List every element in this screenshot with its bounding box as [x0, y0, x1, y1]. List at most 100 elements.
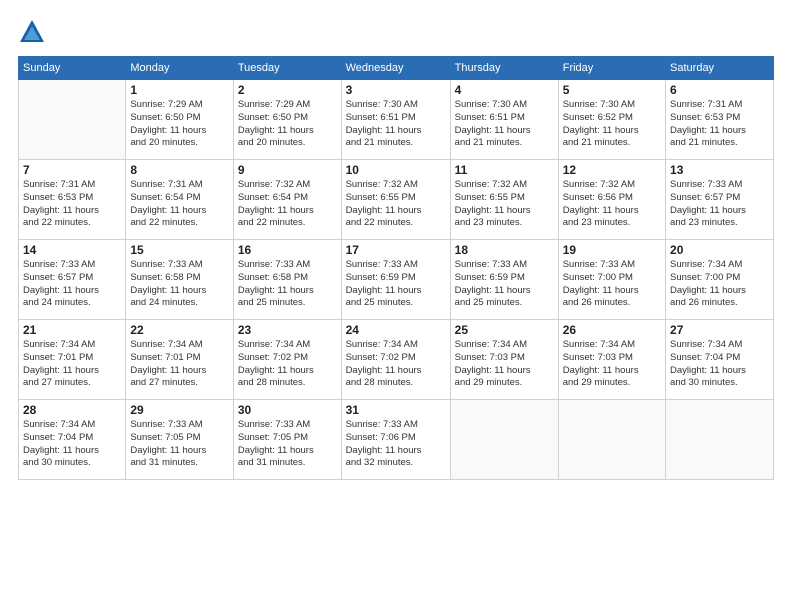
calendar-cell: 13 Sunrise: 7:33 AMSunset: 6:57 PMDayligh… — [666, 160, 774, 240]
day-number: 13 — [670, 163, 769, 177]
day-number: 7 — [23, 163, 121, 177]
day-info: Sunrise: 7:33 AMSunset: 7:05 PMDaylight:… — [238, 419, 337, 470]
day-info: Sunrise: 7:33 AMSunset: 7:05 PMDaylight:… — [130, 419, 229, 470]
day-info: Sunrise: 7:33 AMSunset: 7:06 PMDaylight:… — [346, 419, 446, 470]
day-number: 23 — [238, 323, 337, 337]
day-number: 15 — [130, 243, 229, 257]
day-info: Sunrise: 7:34 AMSunset: 7:03 PMDaylight:… — [563, 339, 661, 390]
calendar-week-row: 1 Sunrise: 7:29 AMSunset: 6:50 PMDaylight… — [19, 80, 774, 160]
day-info: Sunrise: 7:34 AMSunset: 7:01 PMDaylight:… — [130, 339, 229, 390]
day-info: Sunrise: 7:30 AMSunset: 6:51 PMDaylight:… — [455, 99, 554, 150]
day-number: 28 — [23, 403, 121, 417]
day-number: 21 — [23, 323, 121, 337]
day-info: Sunrise: 7:31 AMSunset: 6:54 PMDaylight:… — [130, 179, 229, 230]
calendar-cell: 3 Sunrise: 7:30 AMSunset: 6:51 PMDaylight… — [341, 80, 450, 160]
weekday-header: Friday — [558, 57, 665, 80]
calendar-cell — [19, 80, 126, 160]
calendar-cell: 8 Sunrise: 7:31 AMSunset: 6:54 PMDaylight… — [126, 160, 234, 240]
calendar-cell: 7 Sunrise: 7:31 AMSunset: 6:53 PMDaylight… — [19, 160, 126, 240]
day-info: Sunrise: 7:33 AMSunset: 6:58 PMDaylight:… — [130, 259, 229, 310]
day-number: 10 — [346, 163, 446, 177]
page: SundayMondayTuesdayWednesdayThursdayFrid… — [0, 0, 792, 612]
day-number: 14 — [23, 243, 121, 257]
day-info: Sunrise: 7:29 AMSunset: 6:50 PMDaylight:… — [130, 99, 229, 150]
calendar-week-row: 28Sunrise: 7:34 AMSunset: 7:04 PMDayligh… — [19, 400, 774, 480]
day-info: Sunrise: 7:32 AMSunset: 6:55 PMDaylight:… — [346, 179, 446, 230]
day-info: Sunrise: 7:32 AMSunset: 6:55 PMDaylight:… — [455, 179, 554, 230]
calendar-cell: 19 Sunrise: 7:33 AMSunset: 7:00 PMDayligh… — [558, 240, 665, 320]
day-number: 17 — [346, 243, 446, 257]
day-number: 4 — [455, 83, 554, 97]
day-number: 12 — [563, 163, 661, 177]
calendar: SundayMondayTuesdayWednesdayThursdayFrid… — [18, 56, 774, 480]
day-info: Sunrise: 7:33 AMSunset: 6:59 PMDaylight:… — [346, 259, 446, 310]
calendar-cell: 31 Sunrise: 7:33 AMSunset: 7:06 PMDayligh… — [341, 400, 450, 480]
day-info: Sunrise: 7:34 AMSunset: 7:03 PMDaylight:… — [455, 339, 554, 390]
calendar-cell: 15 Sunrise: 7:33 AMSunset: 6:58 PMDayligh… — [126, 240, 234, 320]
day-number: 26 — [563, 323, 661, 337]
day-number: 27 — [670, 323, 769, 337]
weekday-header: Wednesday — [341, 57, 450, 80]
day-number: 11 — [455, 163, 554, 177]
calendar-cell: 25 Sunrise: 7:34 AMSunset: 7:03 PMDayligh… — [450, 320, 558, 400]
weekday-header: Sunday — [19, 57, 126, 80]
day-number: 6 — [670, 83, 769, 97]
day-info: Sunrise: 7:33 AMSunset: 6:58 PMDaylight:… — [238, 259, 337, 310]
calendar-cell: 28Sunrise: 7:34 AMSunset: 7:04 PMDayligh… — [19, 400, 126, 480]
day-number: 18 — [455, 243, 554, 257]
calendar-cell: 12Sunrise: 7:32 AMSunset: 6:56 PMDayligh… — [558, 160, 665, 240]
weekday-header: Monday — [126, 57, 234, 80]
day-number: 8 — [130, 163, 229, 177]
calendar-cell: 21 Sunrise: 7:34 AMSunset: 7:01 PMDayligh… — [19, 320, 126, 400]
calendar-cell: 5 Sunrise: 7:30 AMSunset: 6:52 PMDaylight… — [558, 80, 665, 160]
calendar-cell: 26 Sunrise: 7:34 AMSunset: 7:03 PMDayligh… — [558, 320, 665, 400]
calendar-week-row: 7 Sunrise: 7:31 AMSunset: 6:53 PMDaylight… — [19, 160, 774, 240]
day-number: 29 — [130, 403, 229, 417]
calendar-cell: 4 Sunrise: 7:30 AMSunset: 6:51 PMDaylight… — [450, 80, 558, 160]
day-info: Sunrise: 7:32 AMSunset: 6:54 PMDaylight:… — [238, 179, 337, 230]
calendar-cell: 17 Sunrise: 7:33 AMSunset: 6:59 PMDayligh… — [341, 240, 450, 320]
day-number: 25 — [455, 323, 554, 337]
day-info: Sunrise: 7:30 AMSunset: 6:52 PMDaylight:… — [563, 99, 661, 150]
day-number: 16 — [238, 243, 337, 257]
day-number: 19 — [563, 243, 661, 257]
day-number: 22 — [130, 323, 229, 337]
calendar-cell: 1 Sunrise: 7:29 AMSunset: 6:50 PMDaylight… — [126, 80, 234, 160]
calendar-cell: 2 Sunrise: 7:29 AMSunset: 6:50 PMDaylight… — [233, 80, 341, 160]
day-info: Sunrise: 7:33 AMSunset: 7:00 PMDaylight:… — [563, 259, 661, 310]
day-info: Sunrise: 7:33 AMSunset: 6:57 PMDaylight:… — [670, 179, 769, 230]
calendar-cell: 6Sunrise: 7:31 AMSunset: 6:53 PMDaylight… — [666, 80, 774, 160]
calendar-cell: 23 Sunrise: 7:34 AMSunset: 7:02 PMDayligh… — [233, 320, 341, 400]
header — [18, 18, 774, 46]
day-number: 31 — [346, 403, 446, 417]
weekday-header: Tuesday — [233, 57, 341, 80]
weekday-header-row: SundayMondayTuesdayWednesdayThursdayFrid… — [19, 57, 774, 80]
calendar-cell: 14Sunrise: 7:33 AMSunset: 6:57 PMDayligh… — [19, 240, 126, 320]
calendar-cell: 16 Sunrise: 7:33 AMSunset: 6:58 PMDayligh… — [233, 240, 341, 320]
day-info: Sunrise: 7:34 AMSunset: 7:02 PMDaylight:… — [346, 339, 446, 390]
day-info: Sunrise: 7:34 AMSunset: 7:04 PMDaylight:… — [670, 339, 769, 390]
day-info: Sunrise: 7:34 AMSunset: 7:01 PMDaylight:… — [23, 339, 121, 390]
day-info: Sunrise: 7:31 AMSunset: 6:53 PMDaylight:… — [23, 179, 121, 230]
day-info: Sunrise: 7:30 AMSunset: 6:51 PMDaylight:… — [346, 99, 446, 150]
calendar-cell: 27 Sunrise: 7:34 AMSunset: 7:04 PMDayligh… — [666, 320, 774, 400]
day-number: 30 — [238, 403, 337, 417]
calendar-cell: 9 Sunrise: 7:32 AMSunset: 6:54 PMDaylight… — [233, 160, 341, 240]
day-number: 20 — [670, 243, 769, 257]
day-number: 3 — [346, 83, 446, 97]
day-info: Sunrise: 7:34 AMSunset: 7:02 PMDaylight:… — [238, 339, 337, 390]
calendar-cell: 18Sunrise: 7:33 AMSunset: 6:59 PMDayligh… — [450, 240, 558, 320]
day-number: 1 — [130, 83, 229, 97]
logo-icon — [18, 18, 46, 46]
calendar-week-row: 21 Sunrise: 7:34 AMSunset: 7:01 PMDayligh… — [19, 320, 774, 400]
calendar-cell: 11 Sunrise: 7:32 AMSunset: 6:55 PMDayligh… — [450, 160, 558, 240]
calendar-cell: 29 Sunrise: 7:33 AMSunset: 7:05 PMDayligh… — [126, 400, 234, 480]
logo — [18, 18, 50, 46]
day-number: 24 — [346, 323, 446, 337]
calendar-cell — [666, 400, 774, 480]
day-number: 2 — [238, 83, 337, 97]
day-number: 5 — [563, 83, 661, 97]
day-info: Sunrise: 7:29 AMSunset: 6:50 PMDaylight:… — [238, 99, 337, 150]
day-number: 9 — [238, 163, 337, 177]
day-info: Sunrise: 7:34 AMSunset: 7:00 PMDaylight:… — [670, 259, 769, 310]
